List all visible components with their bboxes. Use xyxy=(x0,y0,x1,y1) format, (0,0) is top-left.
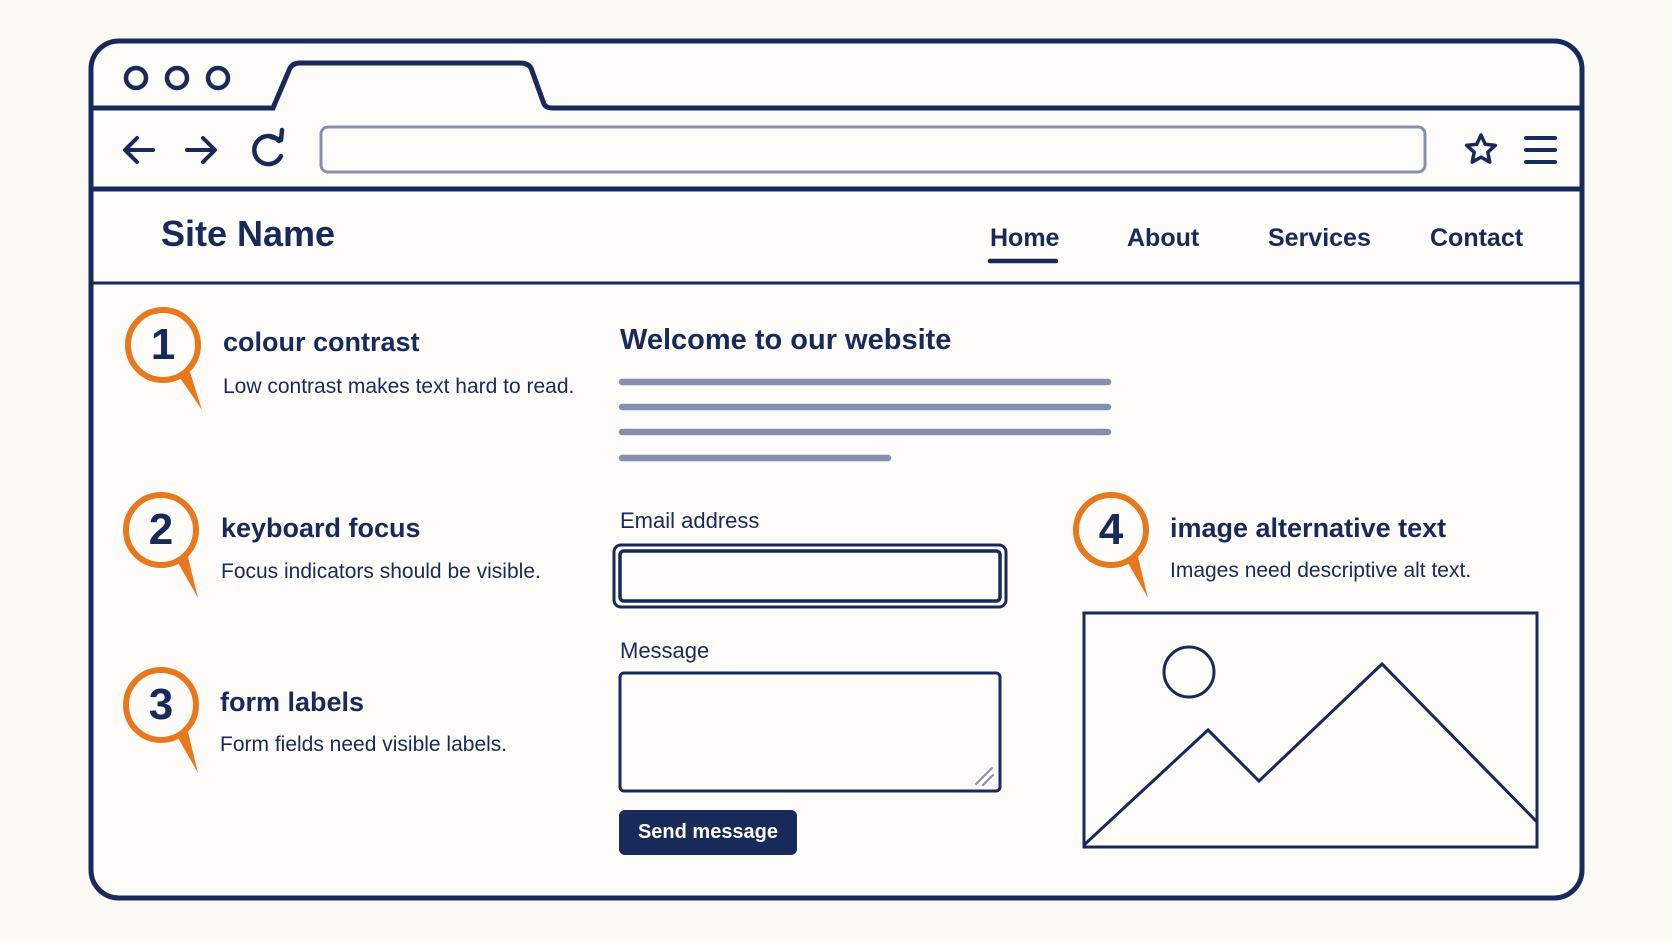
annotation-number: 3 xyxy=(148,680,174,729)
annotation-number: 4 xyxy=(1098,505,1124,554)
nav-item-home[interactable]: Home xyxy=(990,224,1059,253)
email-label: Email address xyxy=(620,508,760,533)
email-input[interactable] xyxy=(620,551,1000,601)
annotation-title: colour contrast xyxy=(223,327,420,357)
address-bar-input[interactable] xyxy=(321,127,1425,172)
annotation-title: image alternative text xyxy=(1170,513,1447,543)
nav-item-contact[interactable]: Contact xyxy=(1430,224,1523,253)
nav-item-about[interactable]: About xyxy=(1127,224,1199,253)
annotation-number: 2 xyxy=(148,505,174,554)
annotation-title: keyboard focus xyxy=(221,513,421,543)
refresh-button[interactable] xyxy=(243,128,289,172)
annotation-description: Form fields need visible labels. xyxy=(220,733,508,756)
diagram-stage: Site Name Home About Services Contact 1 … xyxy=(0,0,1672,941)
menu-button[interactable] xyxy=(1520,130,1562,170)
annotation-title: form labels xyxy=(220,687,365,717)
back-button[interactable] xyxy=(118,130,162,170)
bookmark-button[interactable] xyxy=(1460,130,1502,170)
forward-button[interactable] xyxy=(180,130,224,170)
send-message-button[interactable]: Send message xyxy=(619,810,797,855)
message-textarea[interactable] xyxy=(620,673,1000,791)
annotation-number: 1 xyxy=(150,320,176,369)
annotation-description: Low contrast makes text hard to read. xyxy=(223,375,575,398)
page-heading: Welcome to our website xyxy=(620,324,952,356)
nav-item-services[interactable]: Services xyxy=(1268,224,1371,253)
annotation-description: Images need descriptive alt text. xyxy=(1170,559,1472,582)
site-name[interactable]: Site Name xyxy=(161,213,335,255)
message-label: Message xyxy=(620,638,710,663)
image-placeholder xyxy=(1084,613,1537,847)
annotation-description: Focus indicators should be visible. xyxy=(221,560,541,583)
